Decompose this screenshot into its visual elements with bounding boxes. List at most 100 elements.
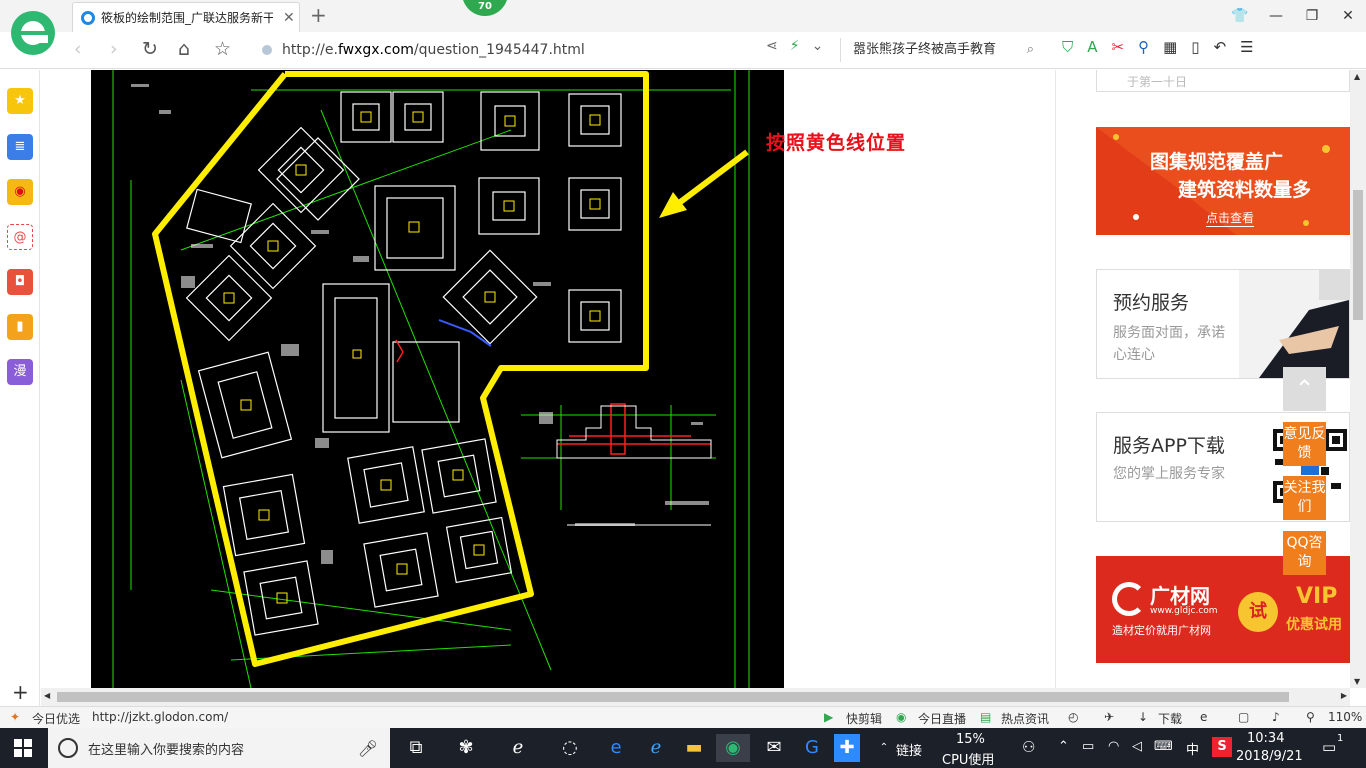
zoom-icon[interactable]: ⚲: [1306, 710, 1315, 724]
close-window-button[interactable]: ✕: [1330, 0, 1366, 32]
news-link[interactable]: 热点资讯: [1001, 710, 1049, 727]
minimize-button[interactable]: —: [1258, 0, 1294, 32]
sidebar-add-button[interactable]: +: [12, 680, 29, 704]
translate-icon[interactable]: A: [1087, 38, 1097, 56]
follow-button[interactable]: 关注我们: [1283, 476, 1326, 520]
handshake-photo: [1239, 270, 1349, 378]
keyboard-icon[interactable]: ⌨: [1154, 739, 1173, 754]
favorite-star-button[interactable]: ☆: [214, 38, 231, 60]
menu-icon[interactable]: ☰: [1240, 38, 1253, 56]
scroll-left-icon[interactable]: ◀: [44, 691, 50, 700]
game-icon[interactable]: ◘: [7, 269, 33, 295]
score-badge[interactable]: 70: [462, 0, 508, 16]
taskbar-search-input[interactable]: 在这里输入你要搜索的内容 🎤︎: [48, 728, 390, 768]
fan-app-icon[interactable]: ✾: [452, 734, 480, 762]
sogou-icon[interactable]: S: [1212, 737, 1232, 757]
glodon-icon[interactable]: G: [798, 734, 826, 762]
share-icon[interactable]: ⋖: [766, 38, 778, 54]
zoom-level[interactable]: 110%: [1328, 710, 1362, 724]
ie-icon[interactable]: ℯ: [642, 734, 670, 762]
magnifier-icon[interactable]: ⚲: [1138, 38, 1149, 56]
restore-button[interactable]: ❐: [1294, 0, 1330, 32]
scroll-up-icon[interactable]: ▲: [1354, 72, 1360, 81]
undo-icon[interactable]: ↶: [1214, 38, 1227, 56]
qq-button[interactable]: QQ咨询: [1283, 531, 1326, 575]
feedback-button[interactable]: 意见反馈: [1283, 422, 1326, 466]
address-bar[interactable]: http://e. fwxgx.com/question_1945447.html: [262, 38, 832, 62]
home-button[interactable]: ⌂: [178, 38, 190, 60]
tray-scroll-icon[interactable]: ⌃: [870, 734, 898, 762]
status-bar: ✦ 今日优选 http://jzkt.glodon.com/ ▶ 快剪辑 ◉ 今…: [0, 706, 1366, 728]
shield-icon[interactable]: ⛉: [1062, 38, 1073, 56]
browser-task-icon[interactable]: ◉: [716, 734, 750, 762]
scroll-down-icon[interactable]: ▼: [1354, 677, 1360, 686]
lightning-icon[interactable]: ⚡: [790, 38, 800, 54]
search-input[interactable]: 嚣张熊孩子终被高手教育 ⌕: [840, 38, 1044, 62]
email-icon[interactable]: @: [7, 224, 33, 250]
forward-button[interactable]: ›: [110, 38, 118, 60]
chevron-down-icon[interactable]: ⌄: [812, 38, 824, 54]
novel-icon[interactable]: ▮: [7, 314, 33, 340]
clock-date[interactable]: 2018/9/21: [1236, 749, 1303, 764]
back-to-top-button[interactable]: ⌃: [1283, 367, 1326, 411]
edge-blue-icon[interactable]: e: [602, 734, 630, 762]
back-button[interactable]: ‹: [74, 38, 82, 60]
tray-up-icon[interactable]: ⌃: [1058, 739, 1069, 754]
gift-icon[interactable]: ✦: [10, 710, 20, 724]
horizontal-scrollbar[interactable]: ◀ ▶: [41, 688, 1350, 706]
speaker-icon[interactable]: ◁: [1132, 739, 1142, 754]
scissors-icon[interactable]: ✂: [1112, 38, 1125, 56]
wifi-icon[interactable]: ◠: [1108, 739, 1119, 754]
windows-start-icon[interactable]: [14, 739, 32, 757]
status-link: http://jzkt.glodon.com/: [92, 710, 229, 724]
folder-icon[interactable]: ▬: [680, 734, 708, 762]
comic-icon[interactable]: 漫: [7, 359, 33, 385]
download-link[interactable]: 下载: [1158, 710, 1182, 727]
battery-icon[interactable]: ▭: [1082, 739, 1094, 754]
speed-icon[interactable]: ◴: [1068, 710, 1078, 724]
refresh-button[interactable]: ↻: [142, 38, 158, 60]
banner-atlas[interactable]: 图集规范覆盖广 建筑资料数量多 点击查看: [1096, 127, 1350, 235]
clock-time[interactable]: 10:34: [1247, 731, 1284, 746]
tab-active[interactable]: 筱板的绘制范围_广联达服务新干 ✕: [72, 2, 300, 32]
news-icon[interactable]: ≣: [7, 134, 33, 160]
try-badge: 试: [1238, 592, 1278, 632]
tab-bar: 筱板的绘制范围_广联达服务新干 ✕ + 70 👕 — ❐ ✕: [0, 0, 1366, 32]
favorites-icon[interactable]: ★: [7, 88, 33, 114]
vertical-scroll-thumb[interactable]: [1353, 190, 1363, 320]
pin-icon[interactable]: ✈: [1104, 710, 1114, 724]
card-booking-title: 预约服务: [1113, 292, 1190, 314]
people-icon[interactable]: ⚇: [1022, 738, 1035, 756]
device-icon[interactable]: ▯: [1191, 38, 1199, 56]
browser-logo-icon[interactable]: [8, 6, 58, 60]
plus-app-icon[interactable]: ✚: [834, 734, 860, 762]
volume-icon[interactable]: ♪: [1272, 710, 1280, 724]
notification-icon[interactable]: ▭: [1322, 738, 1336, 756]
tray-link-label[interactable]: 链接: [896, 740, 922, 759]
card-booking[interactable]: 预约服务 服务面对面，承诺心连心: [1096, 269, 1350, 379]
scroll-right-icon[interactable]: ▶: [1341, 691, 1347, 700]
new-tab-button[interactable]: +: [310, 3, 327, 27]
task-view-icon[interactable]: ⧉: [402, 734, 430, 762]
horizontal-scroll-thumb[interactable]: [57, 692, 1289, 702]
ie-mode-icon[interactable]: e: [1200, 710, 1207, 724]
today-pick[interactable]: 今日优选: [32, 710, 80, 727]
vertical-scrollbar[interactable]: ▲ ▼: [1350, 70, 1366, 688]
ime-indicator[interactable]: 中: [1186, 739, 1199, 758]
search-icon[interactable]: ⌕: [1027, 38, 1034, 62]
kuaijian-link[interactable]: 快剪辑: [846, 710, 882, 727]
window-icon[interactable]: ▢: [1238, 710, 1249, 724]
mail-icon[interactable]: ✉: [760, 734, 788, 762]
card-booking-desc: 服务面对面，承诺心连心: [1113, 325, 1225, 363]
page-content: 按照黄色线位置 于第一十日 图集规范覆盖广 建筑资料数量多 点击查看 预约服务 …: [41, 70, 1350, 688]
edge-icon[interactable]: ℯ: [504, 734, 532, 762]
live-link[interactable]: 今日直播: [918, 710, 966, 727]
apps-icon[interactable]: ▦: [1163, 38, 1177, 56]
skin-icon[interactable]: 👕: [1222, 0, 1258, 32]
mic-icon[interactable]: 🎤︎: [358, 739, 378, 758]
tab-close-icon[interactable]: ✕: [283, 10, 295, 26]
security-icon: [262, 45, 272, 55]
weibo-icon[interactable]: ◉: [7, 179, 33, 205]
banner-atlas-cta[interactable]: 点击查看: [1206, 209, 1255, 227]
swirl-app-icon[interactable]: ◌: [556, 734, 584, 762]
